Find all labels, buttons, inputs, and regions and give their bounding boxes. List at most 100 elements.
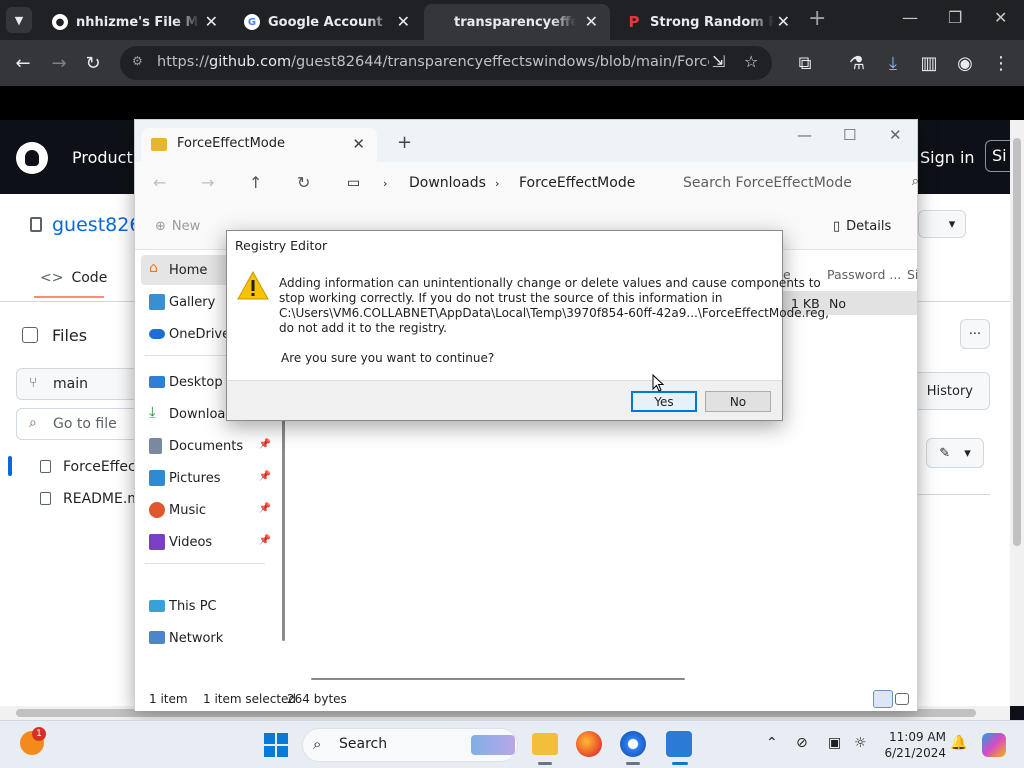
browser-tab-2[interactable]: G Google Account ✕ — [230, 4, 422, 40]
close-tab-icon[interactable]: ✕ — [777, 12, 790, 31]
sidebar-item-music[interactable]: Music 📌 — [141, 495, 275, 525]
sidebar-item-documents[interactable]: Documents 📌 — [141, 431, 275, 461]
close-tab-icon[interactable]: ✕ — [397, 12, 410, 31]
notification-bell-icon[interactable]: 🔔 — [950, 735, 967, 751]
scrollbar-thumb[interactable] — [1013, 138, 1021, 546]
home-icon: ⌂ — [149, 260, 158, 276]
back-icon[interactable]: ← — [10, 50, 36, 76]
tab-code[interactable]: <> Code — [33, 270, 107, 298]
registry-editor-icon[interactable] — [666, 731, 692, 757]
pin-icon[interactable]: 📌 — [259, 471, 271, 482]
sidebar-item-videos[interactable]: Videos 📌 — [141, 527, 275, 557]
pin-icon[interactable]: 📌 — [259, 503, 271, 514]
sidebar-item-pictures[interactable]: Pictures 📌 — [141, 463, 275, 493]
minimize-icon[interactable]: — — [797, 126, 812, 144]
browser-tab-4[interactable]: P Strong Random Passw ✕ — [612, 4, 802, 40]
product-menu[interactable]: Product — [72, 148, 133, 167]
network-offline-icon[interactable]: ⊘ — [796, 735, 808, 751]
labs-flask-icon[interactable]: ⚗ — [844, 50, 870, 76]
refresh-icon[interactable]: ↻ — [297, 173, 310, 192]
file-item[interactable]: README.m — [40, 491, 141, 507]
repo-name[interactable]: guest826 — [30, 214, 141, 236]
breadcrumb[interactable]: ▭ › Downloads › ForceEffectMode — [337, 170, 663, 198]
details-button[interactable]: ▯ Details — [833, 219, 891, 234]
document-icon — [149, 438, 162, 454]
new-tab-icon[interactable]: + — [808, 6, 826, 31]
taskbar-search[interactable]: ⌕ Search — [302, 728, 518, 762]
install-app-icon[interactable]: ⇲ — [712, 52, 725, 71]
sidebar-item-network[interactable]: ›Network — [141, 623, 275, 653]
firefox-icon[interactable] — [576, 731, 602, 757]
monitor-icon[interactable]: ▭ — [347, 175, 360, 191]
reload-icon[interactable]: ↻ — [80, 50, 106, 76]
yes-button[interactable]: Yes — [631, 391, 697, 412]
file-item[interactable]: ForceEffect — [40, 459, 141, 475]
maximize-icon[interactable]: ☐ — [843, 126, 856, 144]
profile-avatar-icon[interactable]: ◉ — [952, 50, 978, 76]
explorer-search-input[interactable]: Search ForceEffectMode ⌕ — [671, 170, 919, 198]
breadcrumb-downloads[interactable]: Downloads — [409, 175, 486, 191]
site-info-icon[interactable]: ⚙ — [132, 54, 150, 72]
download-icon[interactable]: ⤓ — [880, 50, 906, 76]
github-icon: ● — [52, 14, 68, 30]
file-explorer-taskbar-icon[interactable] — [532, 733, 558, 755]
chrome-canary-icon[interactable] — [620, 731, 646, 757]
close-tab-icon[interactable]: ✕ — [585, 12, 598, 31]
minimize-icon[interactable]: — — [902, 8, 918, 27]
pin-icon[interactable]: 📌 — [259, 439, 271, 450]
browser-tabstrip: ▼ ● nhhizme's File Manag ✕ G Google Acco… — [0, 0, 1024, 40]
extensions-icon[interactable]: ⧉ — [792, 50, 818, 76]
file-list-horizontal-scrollbar[interactable] — [311, 678, 685, 680]
browser-tab-3-active[interactable]: transparencyeffectswi ✕ — [424, 4, 610, 40]
display-icon[interactable]: ▣ — [828, 735, 841, 751]
new-tab-icon[interactable]: + — [397, 132, 412, 153]
more-menu-icon[interactable]: ⋮ — [988, 50, 1014, 76]
sidebar-item-this-pc[interactable]: ›This PC — [141, 591, 275, 621]
music-icon — [149, 502, 165, 518]
column-header-size[interactable]: Si — [907, 267, 918, 282]
battery-saver-icon[interactable]: ☼ — [854, 735, 867, 751]
bookmark-star-icon[interactable]: ☆ — [744, 52, 758, 71]
back-icon[interactable]: ← — [153, 173, 166, 192]
forward-icon[interactable]: → — [46, 50, 72, 76]
more-options-button[interactable]: ··· — [960, 319, 990, 349]
up-icon[interactable]: ↑ — [249, 173, 262, 192]
breadcrumb-folder[interactable]: ForceEffectMode — [519, 175, 635, 191]
sidebar-collapse-icon[interactable] — [22, 327, 38, 343]
address-bar[interactable]: ⚙ https://github.com/guest82644/transpar… — [120, 46, 772, 80]
copilot-icon[interactable] — [982, 733, 1006, 757]
pin-icon[interactable]: 📌 — [259, 535, 271, 546]
close-window-icon[interactable]: ✕ — [889, 126, 902, 144]
forward-icon[interactable]: → — [201, 173, 214, 192]
cloud-icon — [149, 329, 165, 339]
windows-start-icon[interactable] — [264, 733, 288, 757]
close-window-icon[interactable]: ✕ — [994, 8, 1007, 27]
tiles-view-icon[interactable] — [895, 693, 909, 705]
url-text[interactable]: https://github.com/guest82644/transparen… — [157, 54, 709, 70]
tray-overflow-chevron-icon[interactable]: ⌃ — [766, 735, 778, 751]
restore-icon[interactable]: ❐ — [948, 8, 962, 27]
close-tab-icon[interactable]: ✕ — [205, 12, 218, 31]
explorer-tab[interactable]: ForceEffectMode ✕ — [141, 128, 377, 162]
repo-dropdown-button[interactable]: ▾ — [918, 210, 966, 238]
dialog-message: Adding information can unintentionally c… — [279, 276, 829, 335]
close-tab-icon[interactable]: ✕ — [352, 135, 365, 153]
edit-button[interactable]: ✎ ▾ — [926, 438, 984, 468]
no-button[interactable]: No — [705, 391, 771, 412]
github-logo-icon[interactable] — [16, 142, 48, 174]
tab-search-chevron-icon[interactable]: ▼ — [6, 7, 32, 33]
side-panel-icon[interactable]: ▥ — [916, 50, 942, 76]
browser-tab-1[interactable]: ● nhhizme's File Manag ✕ — [38, 4, 230, 40]
details-view-icon[interactable] — [873, 690, 893, 708]
column-header-password[interactable]: Password ... — [827, 267, 901, 282]
search-highlight-icon — [471, 735, 515, 755]
taskbar-clock[interactable]: 11:09 AM 6/21/2024 — [882, 729, 946, 761]
history-button[interactable]: History — [908, 372, 990, 410]
running-indicator — [626, 762, 640, 765]
running-indicator — [538, 762, 552, 765]
repo-icon — [30, 217, 42, 232]
sign-in-link[interactable]: Sign in — [920, 148, 975, 167]
page-vertical-scrollbar[interactable] — [1010, 120, 1024, 706]
explorer-statusbar: 1 item 1 item selected 264 bytes — [135, 689, 917, 711]
new-button[interactable]: ⊕ New — [155, 219, 200, 234]
